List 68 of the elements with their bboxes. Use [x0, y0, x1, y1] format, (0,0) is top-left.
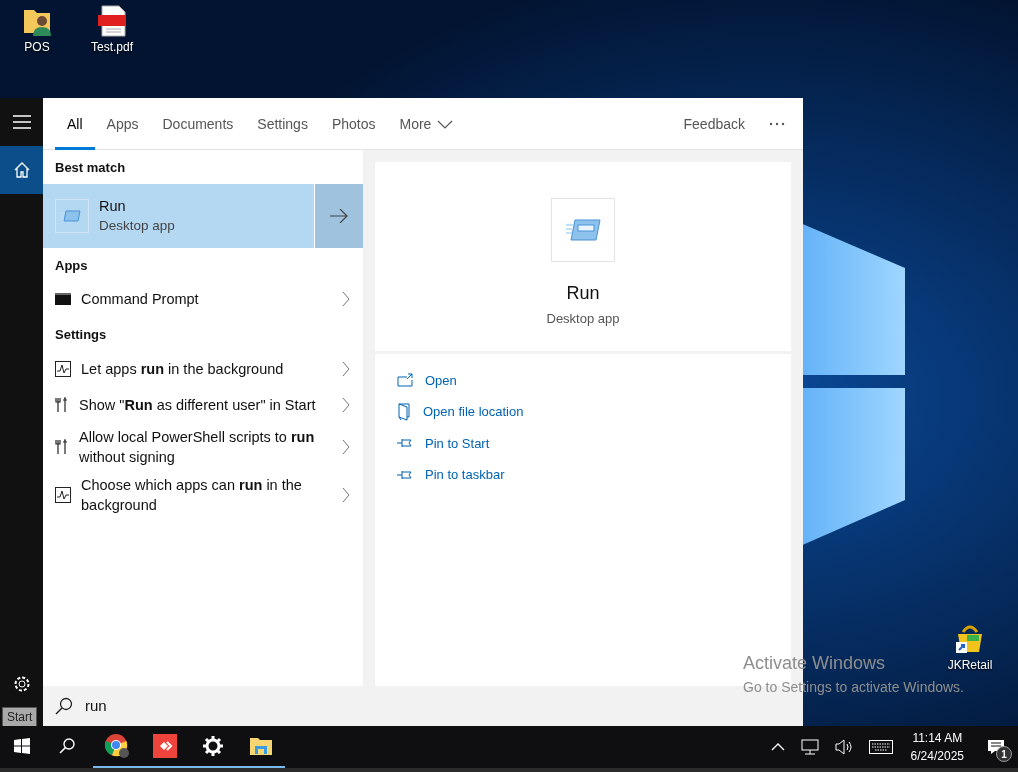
settings-icon: [12, 675, 31, 693]
icon-label[interactable]: Test.pdf: [91, 38, 133, 56]
open-window-icon: [397, 373, 413, 388]
result-title: Command Prompt: [81, 290, 200, 309]
run-icon: [55, 198, 89, 233]
pdf-file-icon: [95, 4, 129, 38]
tooltip: Start: [2, 707, 38, 727]
tab[interactable]: Documents: [150, 98, 246, 150]
search-icon: [55, 697, 73, 715]
open-arrow-button[interactable]: [314, 183, 363, 248]
pin-icon: [397, 437, 413, 450]
result-item[interactable]: Run Desktop app: [43, 183, 314, 248]
icon-label[interactable]: JKRetail: [947, 656, 993, 674]
search-icon: [59, 738, 75, 754]
chevron-right-icon: [342, 486, 350, 503]
notification-count: 1: [996, 746, 1012, 762]
clock-time: 11:14 AM: [911, 730, 964, 747]
action-link[interactable]: Open: [397, 367, 791, 393]
remote-desktop-icon: [153, 734, 177, 758]
result-subtitle: Desktop app: [99, 216, 176, 235]
tab[interactable]: Photos: [319, 98, 388, 150]
result-title: Show "Run as different user" in Start: [79, 395, 317, 415]
result-title: Choose which apps can run in the background: [81, 475, 303, 515]
action-link[interactable]: Open file location: [397, 399, 791, 425]
windows-logo-icon: [13, 738, 30, 754]
activity-icon: [55, 486, 71, 503]
tab[interactable]: Settings: [245, 98, 320, 150]
chevron-up-icon: [770, 743, 785, 751]
chevron-right-icon: [342, 291, 350, 307]
gear-icon: [202, 735, 224, 757]
home-icon: [13, 162, 30, 178]
clock-date: 6/24/2025: [910, 748, 964, 765]
network-icon: [800, 739, 819, 755]
action-link[interactable]: Pin to taskbar: [397, 462, 791, 488]
section-heading: Best match: [54, 159, 127, 177]
result-title: Allow local PowerShell scripts to run without signing: [79, 427, 316, 467]
chevron-right-icon: [342, 396, 350, 413]
clock[interactable]: 11:14 AM 6/24/2025: [900, 729, 974, 765]
app-subtitle: Desktop app: [546, 310, 620, 328]
more-icon: [769, 122, 785, 126]
chevron-right-icon: [342, 438, 350, 455]
keyboard-icon: [868, 740, 893, 754]
folder-icon: [249, 736, 273, 756]
section-heading: Settings: [54, 326, 108, 344]
home-button[interactable]: [0, 146, 43, 194]
tools-icon: [55, 438, 69, 455]
pin-icon: [397, 468, 413, 481]
result-title: Let apps run in the background: [81, 359, 285, 379]
tab[interactable]: Apps: [94, 98, 151, 150]
browser-icon: [104, 733, 130, 759]
tab[interactable]: More: [387, 98, 466, 150]
notifications-button[interactable]: 1: [974, 726, 1018, 768]
search-field[interactable]: run: [83, 693, 283, 719]
feedback-button[interactable]: Feedback: [671, 98, 757, 150]
app-title: Run: [566, 282, 600, 305]
activity-icon: [55, 360, 71, 377]
action-link[interactable]: Pin to Start: [397, 430, 791, 456]
section-heading: Apps: [54, 256, 89, 275]
arrow-right-icon: [330, 208, 348, 223]
speaker-icon: [834, 739, 853, 755]
folder-location-icon: [397, 402, 411, 421]
chevron-right-icon: [342, 360, 350, 377]
icon-label[interactable]: POS: [24, 38, 50, 56]
terminal-icon: [55, 293, 71, 305]
app-tile-icon: [551, 198, 615, 262]
tools-icon: [55, 396, 69, 413]
menu-icon: [12, 115, 31, 129]
result-title: Run: [99, 196, 127, 216]
